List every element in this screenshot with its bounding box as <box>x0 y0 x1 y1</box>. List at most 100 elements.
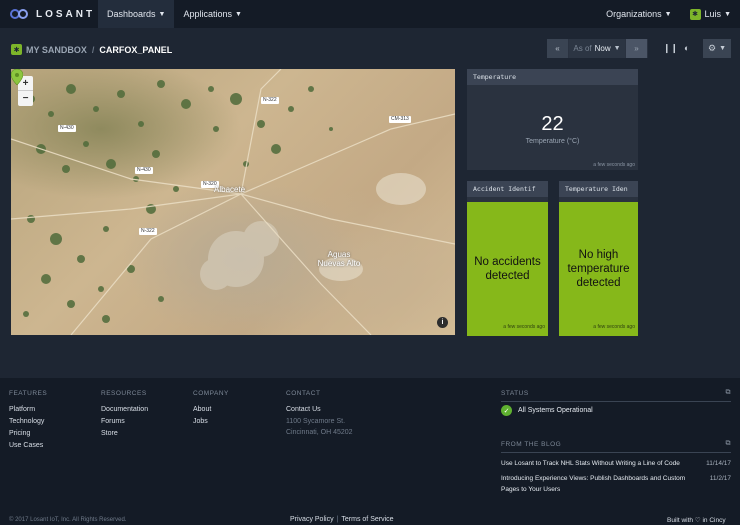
timestamp: a few seconds ago <box>593 162 635 168</box>
blog-heading-label: FROM THE BLOG <box>501 441 562 448</box>
as-of-label: As of <box>573 44 592 53</box>
breadcrumb: ✱ MY SANDBOX / CARFOX_PANEL <box>11 44 172 55</box>
footer-link-contact-us[interactable]: Contact Us <box>286 406 353 413</box>
as-of-value: Now <box>594 44 611 53</box>
breadcrumb-sandbox[interactable]: MY SANDBOX <box>26 45 87 55</box>
terms-of-service-link[interactable]: Terms of Service <box>341 516 393 523</box>
block-title: Accident Identif <box>467 181 548 197</box>
timestamp: a few seconds ago <box>503 324 545 330</box>
nav-organizations[interactable]: Organizations ▼ <box>597 0 680 28</box>
indicator-body: No high temperature detected a few secon… <box>559 202 638 336</box>
chevron-down-icon: ▼ <box>235 10 242 18</box>
footer-link-pricing[interactable]: Pricing <box>9 430 47 437</box>
nav-dashboards-label: Dashboards <box>107 9 156 19</box>
losant-logo-icon <box>10 9 30 19</box>
footer-link-technology[interactable]: Technology <box>9 418 47 425</box>
external-link-icon[interactable]: ⧉ <box>726 389 732 397</box>
zoom-out-button[interactable]: − <box>18 91 33 106</box>
road-label: N-322 <box>139 228 157 235</box>
location-marker-icon[interactable] <box>11 69 23 85</box>
time-back-button[interactable]: « <box>547 39 569 58</box>
blog-post[interactable]: Use Losant to Track NHL Stats Without Wr… <box>501 458 731 469</box>
footer-link-store[interactable]: Store <box>101 430 148 437</box>
nav-applications-label: Applications <box>183 9 232 19</box>
road-label: CM-313 <box>389 116 411 123</box>
footer-heading: FEATURES <box>9 390 48 397</box>
sandbox-icon: ✱ <box>11 44 22 55</box>
footer-address-line: Cincinnati, OH 45202 <box>286 429 353 436</box>
chevron-down-icon: ▼ <box>158 10 166 18</box>
temperature-label: Temperature (°C) <box>525 138 580 145</box>
nav-user-menu[interactable]: ✱ Luis ▼ <box>681 0 740 28</box>
nav-dashboards[interactable]: Dashboards ▼ <box>98 0 175 28</box>
blog-post-date: 11/14/17 <box>706 460 731 467</box>
privacy-policy-link[interactable]: Privacy Policy <box>290 516 334 523</box>
footer-link-documentation[interactable]: Documentation <box>101 406 148 413</box>
indicator-message: No high temperature detected <box>567 249 630 289</box>
footer-features: FEATURES Platform Technology Pricing Use… <box>9 390 47 454</box>
legal-separator: | <box>336 516 339 523</box>
blog-heading: FROM THE BLOG ⧉ <box>501 440 732 453</box>
nav-organizations-label: Organizations <box>606 9 662 19</box>
temperature-value: 22 <box>541 113 564 135</box>
nav-applications[interactable]: Applications ▼ <box>174 0 250 28</box>
info-icon[interactable]: i <box>437 317 448 328</box>
time-forward-button[interactable]: » <box>626 39 648 58</box>
footer-link-jobs[interactable]: Jobs <box>193 418 229 425</box>
check-circle-icon: ✓ <box>501 405 512 416</box>
as-of-dropdown[interactable]: As of Now ▼ <box>569 39 626 58</box>
legal-links: Privacy Policy | Terms of Service <box>290 516 394 523</box>
chevron-down-icon: ▼ <box>724 10 731 18</box>
blog-post[interactable]: Introducing Experience Views: Publish Da… <box>501 473 731 495</box>
footer-link-platform[interactable]: Platform <box>9 406 47 413</box>
block-title: Temperature <box>467 69 638 85</box>
footer-resources: RESOURCES Documentation Forums Store <box>101 390 148 442</box>
footer-link-forums[interactable]: Forums <box>101 418 148 425</box>
block-title: Temperature Iden <box>559 181 638 197</box>
page-title[interactable]: CARFOX_PANEL <box>99 45 172 55</box>
timestamp: a few seconds ago <box>593 324 635 330</box>
town-label: Aguas Nuevas Alto <box>317 250 361 268</box>
indicator-body: No accidents detected a few seconds ago <box>467 202 548 336</box>
footer-address-line: 1100 Sycamore St. <box>286 418 346 425</box>
city-label: Albacete <box>214 185 246 194</box>
blog-post-title[interactable]: Introducing Experience Views: Publish Da… <box>501 473 697 495</box>
losant-logo[interactable]: LOSANT <box>0 0 98 28</box>
map-terrain <box>11 69 455 335</box>
status-indicator[interactable]: ✓ All Systems Operational <box>501 405 593 416</box>
temperature-gauge-block: Temperature 22 Temperature (°C) a few se… <box>467 69 638 170</box>
gear-icon: ⚙ <box>707 43 717 53</box>
status-heading: STATUS ⧉ <box>501 389 732 402</box>
blog-post-date: 11/2/17 <box>709 475 731 482</box>
footer-company: COMPANY About Jobs <box>193 390 229 430</box>
chevron-down-icon: ▼ <box>664 10 672 18</box>
footer-link-use-cases[interactable]: Use Cases <box>9 442 47 449</box>
footer-heading: RESOURCES <box>101 390 147 397</box>
road-label: N-430 <box>58 125 76 132</box>
status-text: All Systems Operational <box>518 407 593 414</box>
dashboard-settings-button[interactable]: ⚙ ▼ <box>703 39 731 58</box>
footer-contact: CONTACT Contact Us 1100 Sycamore St. Cin… <box>286 390 353 440</box>
temperature-indicator-block: Temperature Iden No high temperature det… <box>559 181 638 336</box>
blog-post-title[interactable]: Use Losant to Track NHL Stats Without Wr… <box>501 458 697 469</box>
accident-indicator-block: Accident Identif No accidents detected a… <box>467 181 548 336</box>
chevron-down-icon: ▼ <box>613 45 621 52</box>
copyright: © 2017 Losant IoT, Inc. All Rights Reser… <box>9 517 127 523</box>
pause-icon[interactable]: ❙❙ <box>663 43 678 54</box>
status-heading-label: STATUS <box>501 390 529 397</box>
footer-link-about[interactable]: About <box>193 406 229 413</box>
footer-heading: COMPANY <box>193 390 229 397</box>
footer-heading: CONTACT <box>286 390 321 397</box>
road-label: N-430 <box>135 167 153 174</box>
map-block[interactable]: + − N-322 CM-313 N-430 N-430 N-322 N-320… <box>11 69 455 335</box>
refresh-icon[interactable]: ◐ <box>684 43 689 53</box>
logo-text: LOSANT <box>36 8 96 20</box>
time-controls: « As of Now ▼ » <box>547 39 648 58</box>
built-with-text: Built with ♡ in Cincy <box>667 517 726 524</box>
external-link-icon[interactable]: ⧉ <box>726 440 732 448</box>
indicator-message: No accidents detected <box>474 256 541 282</box>
chevron-down-icon: ▼ <box>719 45 726 52</box>
road-label: N-322 <box>261 97 279 104</box>
user-name: Luis <box>704 9 722 19</box>
breadcrumb-separator: / <box>91 44 95 55</box>
